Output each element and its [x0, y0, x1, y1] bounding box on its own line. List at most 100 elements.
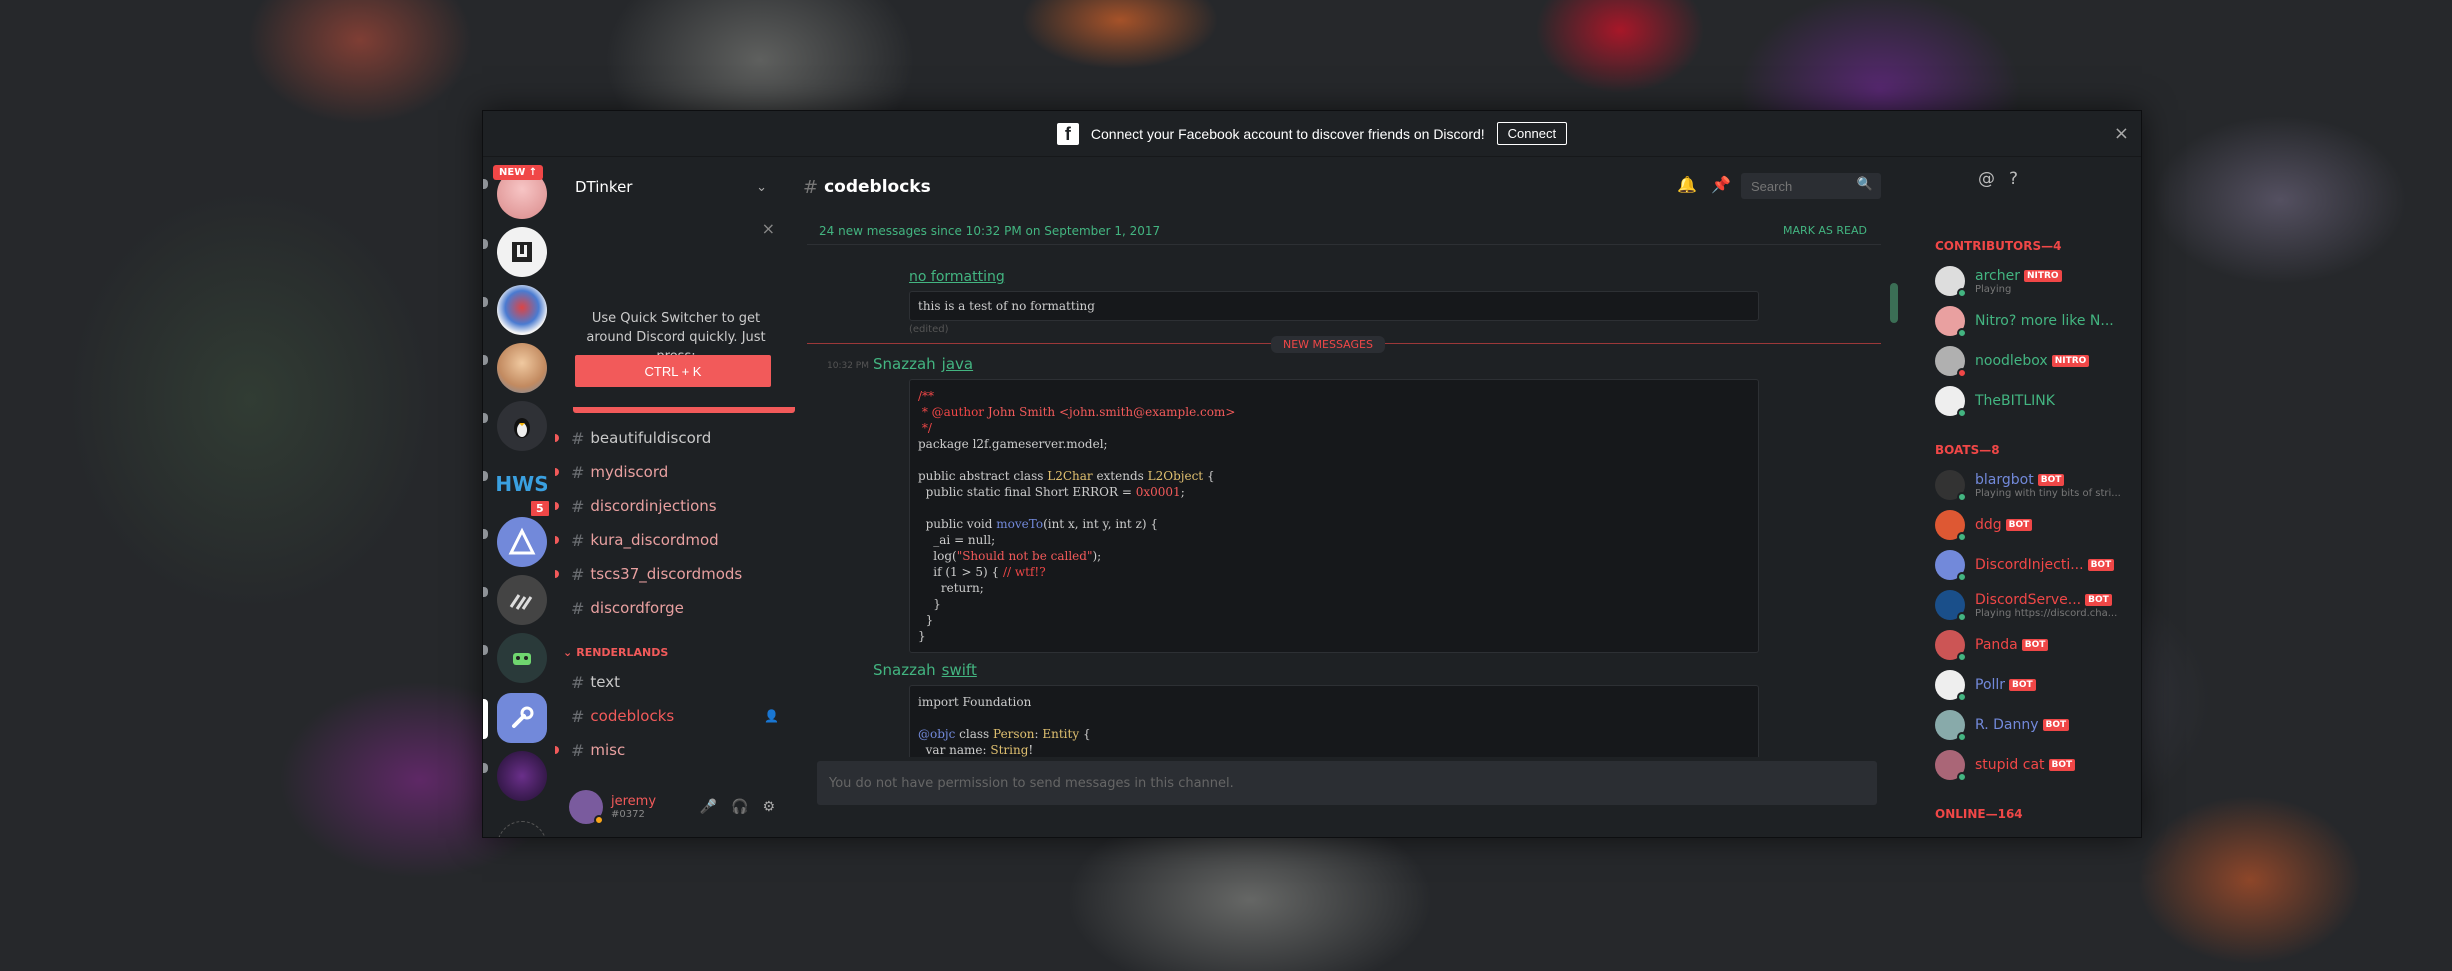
- channel-list: # beautifuldiscord # mydiscord # discordinj…: [555, 421, 787, 767]
- message-list: 24 new messages since 10:32 PM on Septem…: [807, 217, 1881, 757]
- new-messages-label: NEW MESSAGES: [1271, 336, 1385, 353]
- bot-tag: BOT: [2021, 639, 2049, 651]
- hash-icon: #: [571, 672, 585, 692]
- message-scrollbar[interactable]: [1890, 283, 1898, 323]
- member-name: ddg: [1975, 517, 2002, 533]
- message-link[interactable]: no formatting: [909, 269, 1005, 285]
- server-mention-badge: 5: [529, 499, 551, 518]
- member-group-title: BOATS—8: [1935, 443, 2000, 457]
- member-name: stupid cat: [1975, 757, 2045, 773]
- member-item[interactable]: TheBITLINK: [1923, 381, 2141, 421]
- hash-icon: #: [571, 428, 585, 448]
- headset-icon[interactable]: 🎧: [731, 799, 748, 815]
- bot-tag: BOT: [2042, 719, 2070, 731]
- mark-as-read-button[interactable]: MARK AS READ: [1783, 224, 1867, 237]
- status-idle-icon: [594, 815, 604, 825]
- member-item[interactable]: archer NITRO Playing: [1923, 261, 2141, 301]
- member-item[interactable]: DiscordServe... BOT Playing https://discor…: [1923, 585, 2141, 625]
- member-item[interactable]: Nitro? more like N...: [1923, 301, 2141, 341]
- server-icon-android[interactable]: [497, 633, 547, 683]
- member-name: Nitro? more like N...: [1975, 313, 2114, 329]
- avatar[interactable]: [569, 790, 604, 825]
- guild-unread-pip: [483, 763, 488, 773]
- guild-unread-pip: [483, 179, 488, 189]
- channel-mydiscord[interactable]: # mydiscord: [555, 455, 787, 489]
- avatar: [1935, 670, 1967, 702]
- add-member-icon[interactable]: 👤: [764, 709, 779, 723]
- hash-icon: #: [571, 496, 585, 516]
- server-icon-unity[interactable]: [497, 227, 547, 277]
- server-icon-portrait[interactable]: [497, 343, 547, 393]
- avatar: [1935, 510, 1967, 542]
- bot-tag: BOT: [2005, 519, 2033, 531]
- member-item[interactable]: noodlebox NITRO: [1923, 341, 2141, 381]
- server-icon-stripes[interactable]: [497, 575, 547, 625]
- user-panel: jeremy #0372 🎤 🎧 ⚙: [557, 775, 787, 837]
- member-item[interactable]: Pollr BOT: [1923, 665, 2141, 705]
- server-icon-purple[interactable]: [497, 751, 547, 801]
- hash-icon: #: [803, 176, 819, 198]
- member-item[interactable]: R. Danny BOT: [1923, 705, 2141, 745]
- add-server-button[interactable]: +: [497, 821, 547, 837]
- message-language-link[interactable]: swift: [942, 661, 977, 679]
- channel-tscs37-discordmods[interactable]: # tscs37_discordmods: [555, 557, 787, 591]
- member-item[interactable]: Panda BOT: [1923, 625, 2141, 665]
- category-renderlands[interactable]: ⌄ RENDERLANDS: [557, 639, 787, 665]
- chevron-down-icon: ⌄: [756, 179, 767, 195]
- pin-icon[interactable]: 📌: [1711, 175, 1731, 194]
- guild-unread-pip: [483, 239, 488, 249]
- channel-discordinjections[interactable]: # discordinjections: [555, 489, 787, 523]
- discord-window: f Connect your Facebook account to disco…: [482, 110, 2142, 838]
- avatar: [1935, 470, 1967, 502]
- quick-switcher-shortcut-button[interactable]: CTRL + K: [575, 355, 771, 387]
- member-item[interactable]: blargbot BOT Playing with tiny bits of str…: [1923, 465, 2141, 505]
- message-author[interactable]: Snazzah java: [873, 355, 973, 373]
- member-list: CONTRIBUTORS—4 archer NITRO Playing Nitro?…: [1923, 217, 2141, 837]
- guild-unread-pip: [483, 413, 488, 423]
- member-item[interactable]: stupid cat BOT: [1923, 745, 2141, 785]
- quick-switcher-close-icon[interactable]: ×: [762, 219, 775, 238]
- server-icon-renderlands[interactable]: [497, 693, 547, 743]
- microphone-icon[interactable]: 🎤: [700, 799, 717, 815]
- facebook-connect-button[interactable]: Connect: [1496, 122, 1568, 145]
- member-item[interactable]: DiscordInjecti... BOT: [1923, 545, 2141, 585]
- message-author[interactable]: Snazzah swift: [873, 661, 977, 679]
- avatar: [1935, 590, 1967, 622]
- channel-beautifuldiscord[interactable]: # beautifuldiscord: [555, 421, 787, 455]
- avatar: [1935, 346, 1967, 378]
- hash-icon: #: [571, 598, 585, 618]
- member-name: DiscordInjecti...: [1975, 557, 2084, 573]
- member-name: R. Danny: [1975, 717, 2039, 733]
- server-icon-linux[interactable]: [497, 401, 547, 451]
- help-icon[interactable]: ?: [2009, 169, 2018, 189]
- edited-label: (edited): [909, 324, 949, 335]
- channel-text[interactable]: # text: [557, 665, 787, 699]
- channel-codeblocks[interactable]: # codeblocks 👤: [557, 699, 787, 733]
- server-icon-discord-dev[interactable]: [497, 517, 547, 567]
- mention-icon[interactable]: @: [1978, 169, 1995, 189]
- member-name: noodlebox: [1975, 353, 2048, 369]
- bell-icon[interactable]: 🔔: [1677, 175, 1697, 194]
- nitro-tag: NITRO: [2051, 355, 2090, 367]
- new-unreads-badge[interactable]: NEW ↑: [493, 165, 544, 180]
- member-item[interactable]: ddg BOT: [1923, 505, 2141, 545]
- new-messages-bar[interactable]: 24 new messages since 10:32 PM on Septem…: [807, 217, 1881, 245]
- avatar: [1935, 710, 1967, 742]
- server-header[interactable]: DTinker ⌄: [557, 157, 787, 217]
- java-codeblock: /** * @author John Smith <john.smith@exa…: [909, 379, 1759, 653]
- avatar: [1935, 306, 1967, 338]
- channel-discordforge[interactable]: # discordforge: [557, 591, 787, 625]
- gear-icon[interactable]: ⚙: [762, 799, 775, 815]
- channel-misc[interactable]: # misc: [555, 733, 787, 767]
- message-language-link[interactable]: java: [942, 355, 973, 373]
- avatar: [1935, 386, 1967, 418]
- quick-switcher-popout: × Use Quick Switcher to get around Disco…: [565, 219, 795, 419]
- guild-unread-pip: [483, 587, 488, 597]
- server-icon-mascot[interactable]: [497, 285, 547, 335]
- channel-kura-discordmod[interactable]: # kura_discordmod: [555, 523, 787, 557]
- nitro-tag: NITRO: [2023, 269, 2062, 282]
- banner-close-icon[interactable]: ×: [2114, 123, 2129, 144]
- codeblock: this is a test of no formatting: [909, 291, 1759, 321]
- bot-tag: BOT: [2048, 759, 2076, 771]
- channel-sidebar: DTinker ⌄ × Use Quick Switcher to get ar…: [555, 157, 795, 837]
